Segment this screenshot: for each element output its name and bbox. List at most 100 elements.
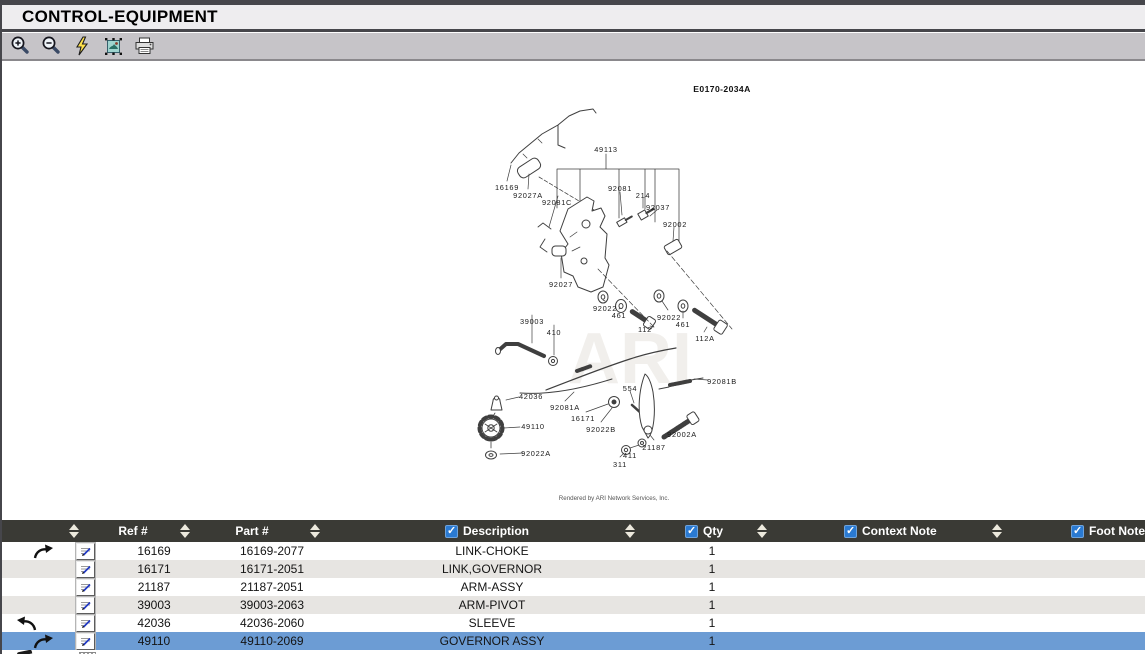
foot-note-checkbox[interactable]: [1071, 525, 1084, 538]
sort-up-icon: [310, 524, 320, 530]
table-row[interactable]: 16171 16171-2051 LINK,GOVERNOR 1: [2, 560, 1145, 578]
column-header-description[interactable]: Description: [463, 524, 529, 538]
column-header-context-group: Context Note: [844, 524, 937, 538]
part-label: 39003: [520, 317, 544, 326]
sort-control-ref[interactable]: [68, 524, 79, 538]
sort-control-part[interactable]: [179, 524, 190, 538]
desc-cell: GOVERNOR ASSY: [342, 634, 642, 648]
column-header-ref[interactable]: Ref #: [118, 524, 147, 538]
row-arrow-cell: [2, 578, 64, 596]
sort-down-icon: [310, 532, 320, 538]
row-arrow-cell: [2, 560, 64, 578]
ref-cell: 16171: [106, 562, 202, 576]
desc-cell: ARM-ASSY: [342, 580, 642, 594]
sort-down-icon: [69, 532, 79, 538]
qty-cell: 1: [642, 598, 782, 612]
parts-diagram[interactable]: ARI: [2, 61, 1145, 520]
sort-up-icon: [992, 524, 1002, 530]
part-label: 554: [623, 384, 637, 393]
edit-note-icon: [79, 618, 92, 629]
print-button[interactable]: [133, 36, 155, 56]
sort-control-qty[interactable]: [624, 524, 635, 538]
edit-note-button[interactable]: [76, 543, 95, 560]
edit-note-button[interactable]: [76, 633, 95, 650]
description-checkbox[interactable]: [445, 525, 458, 538]
zoom-out-button[interactable]: [40, 36, 62, 56]
qty-cell: 1: [642, 616, 782, 630]
edit-note-button[interactable]: [76, 579, 95, 596]
part-label: 21187: [642, 443, 666, 452]
qty-checkbox[interactable]: [685, 525, 698, 538]
part-label: 461: [676, 320, 690, 329]
part-label: 92027: [549, 280, 573, 289]
row-arrow-cell: [2, 614, 64, 632]
sort-control-context[interactable]: [756, 524, 767, 538]
ref-cell: 42036: [106, 616, 202, 630]
desc-cell: LINK-CHOKE: [342, 544, 642, 558]
qty-cell: 1: [642, 544, 782, 558]
row-arrow-cell: [2, 596, 64, 614]
sort-down-icon: [992, 532, 1002, 538]
sort-down-icon: [757, 532, 767, 538]
column-header-qty-group: Qty: [685, 524, 723, 538]
part-label: 112A: [695, 334, 715, 343]
page-title: CONTROL-EQUIPMENT: [22, 7, 218, 27]
diagram-code: E0170-2034A: [693, 84, 750, 94]
sort-control-foot[interactable]: [991, 524, 1002, 538]
qty-cell: 1: [642, 562, 782, 576]
edit-note-button[interactable]: [76, 597, 95, 614]
part-label: 92027A: [513, 191, 543, 200]
qty-cell: 1: [642, 580, 782, 594]
column-header-context-note[interactable]: Context Note: [862, 524, 937, 538]
part-labels: 491131616992027A92081C920812149203792002…: [495, 145, 737, 469]
part-label: 461: [612, 311, 626, 320]
sort-up-icon: [69, 524, 79, 530]
table-row[interactable]: 16169 16169-2077 LINK-CHOKE 1: [2, 542, 1145, 560]
edit-note-button[interactable]: [76, 561, 95, 578]
table-row[interactable]: 21187 21187-2051 ARM-ASSY 1: [2, 578, 1145, 596]
curved-arrow-right-icon: [32, 634, 54, 649]
part-cell: 42036-2060: [202, 616, 342, 630]
part-label: 92081: [608, 184, 632, 193]
part-label: 92022A: [521, 449, 551, 458]
table-row[interactable]: 42036 42036-2060 SLEEVE 1: [2, 614, 1145, 632]
part-label: 92081B: [707, 377, 737, 386]
part-cell: 21187-2051: [202, 580, 342, 594]
sort-control-desc[interactable]: [309, 524, 320, 538]
table-row-selected[interactable]: 49110 49110-2069 GOVERNOR ASSY 1: [2, 632, 1145, 650]
desc-cell: LINK,GOVERNOR: [342, 562, 642, 576]
part-label: 49110: [521, 422, 545, 431]
curved-arrow-right-icon: [32, 544, 54, 559]
column-header-foot-group: Foot Note: [1071, 524, 1145, 538]
edit-note-icon: [79, 600, 92, 611]
sort-up-icon: [625, 524, 635, 530]
zoom-in-button[interactable]: [9, 36, 31, 56]
column-header-part[interactable]: Part #: [235, 524, 268, 538]
part-label: 411: [623, 451, 637, 460]
image-select-button[interactable]: [102, 36, 124, 56]
context-note-checkbox[interactable]: [844, 525, 857, 538]
part-cell: 16169-2077: [202, 544, 342, 558]
part-label: 410: [547, 328, 561, 337]
column-header-foot-note[interactable]: Foot Note: [1089, 524, 1145, 538]
column-header-qty[interactable]: Qty: [703, 524, 723, 538]
column-header-description-group: Description: [445, 524, 529, 538]
hotspot-toggle-button[interactable]: [71, 36, 93, 56]
image-select-icon: [104, 37, 123, 56]
parts-catalog-window: CONTROL-EQUIPMENT: [0, 0, 1145, 654]
ref-cell: 39003: [106, 598, 202, 612]
edit-note-button[interactable]: [76, 615, 95, 632]
row-arrow-cell: [2, 632, 64, 650]
desc-cell: ARM-PIVOT: [342, 598, 642, 612]
part-label: 49113: [594, 145, 618, 154]
partially-visible-row[interactable]: [2, 650, 1145, 654]
table-row[interactable]: 39003 39003-2063 ARM-PIVOT 1: [2, 596, 1145, 614]
zoom-out-icon: [41, 36, 61, 56]
diagram-line-art: [480, 109, 733, 459]
part-label: 42036: [519, 392, 543, 401]
row-arrow-cell: [2, 542, 64, 560]
ref-cell: 49110: [106, 634, 202, 648]
part-label: 92037: [646, 203, 670, 212]
curved-arrow-partial-icon: [17, 650, 33, 654]
sort-down-icon: [180, 532, 190, 538]
